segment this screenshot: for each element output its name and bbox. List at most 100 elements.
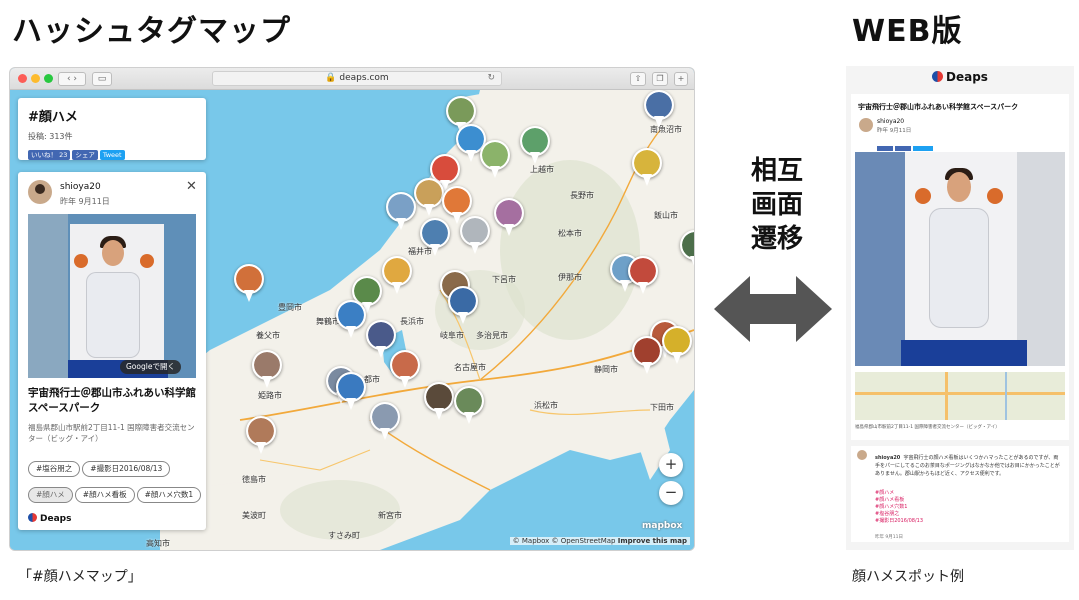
city-label: 美波町 <box>242 511 266 520</box>
browser-toolbar: ‹ › ▭ 🔒 deaps.com ↻ ⇧ ❐ + <box>10 68 694 90</box>
slide-title-right: WEB版 <box>852 14 963 49</box>
city-label: 新宮市 <box>378 511 402 520</box>
caption-right: 顔ハメスポット例 <box>852 569 964 585</box>
back-forward-buttons[interactable]: ‹ › <box>58 72 86 86</box>
avatar[interactable] <box>28 180 52 204</box>
city-label: 養父市 <box>256 331 280 340</box>
tag-chip[interactable]: #顔ハメ穴数1 <box>136 487 202 503</box>
city-label: 名古屋市 <box>454 363 486 372</box>
lock-icon: 🔒 <box>325 73 337 83</box>
reload-icon[interactable]: ↻ <box>487 72 495 85</box>
address-url: deaps.com <box>339 73 389 83</box>
photo-pin[interactable] <box>390 350 420 390</box>
improve-map-link[interactable]: Improve this map <box>618 537 687 545</box>
post-detail-card: shioya20 昨年 9月11日 ✕ Googleで開く 宇宙飛行士＠郡山市ふ… <box>18 172 206 530</box>
tag-chip[interactable]: #撮影日2016/08/13 <box>82 461 171 477</box>
web-comment-card: shioya20 宇宙飛行士の顔ハメ看板はいくつかハマったことがあるのですが、両… <box>851 446 1069 542</box>
post-count: 投稿: 313件 <box>28 132 73 141</box>
web-comment-text: shioya20 宇宙飛行士の顔ハメ看板はいくつかハマったことがあるのですが、両… <box>875 455 1060 477</box>
web-address: 福島県郡山市駅前2丁目11-1 国際障害者交流センター（ビッグ・アイ） <box>855 425 1000 430</box>
double-arrow-icon <box>714 276 832 342</box>
address-bar[interactable]: 🔒 deaps.com ↻ <box>212 71 502 86</box>
tabs-icon[interactable]: ❐ <box>652 72 668 86</box>
avatar[interactable] <box>859 118 873 132</box>
post-photo[interactable]: Googleで開く <box>28 214 196 378</box>
photo-pin[interactable] <box>460 216 490 256</box>
web-date: 昨年 9月11日 <box>877 128 912 134</box>
heart-logo-icon <box>28 513 37 522</box>
web-post-photo <box>855 152 1065 366</box>
web-location-map[interactable] <box>855 372 1065 420</box>
photo-pin[interactable] <box>414 178 444 218</box>
post-address: 福島県郡山市駅前2丁目11-1 国際障害者交流センター（ビッグ・アイ） <box>28 423 195 443</box>
close-icon[interactable]: ✕ <box>186 179 197 194</box>
heart-logo-icon <box>932 71 943 82</box>
photo-pin[interactable] <box>480 140 510 180</box>
web-comment-tags: #顔ハメ #顔ハメ看板 #顔ハメ穴数1 #塩谷朋之 #撮影日2016/08/13 <box>875 490 924 524</box>
city-label: 伊那市 <box>558 273 582 282</box>
caption-left: 「#顔ハメマップ」 <box>18 569 142 585</box>
web-logo: Deaps <box>932 70 988 84</box>
city-label: 長浜市 <box>400 317 424 326</box>
city-label: 下田市 <box>650 403 674 412</box>
share-button[interactable]: シェア <box>72 150 98 160</box>
photo-pin[interactable] <box>632 148 662 188</box>
hashtag-info-card: #顔ハメ 投稿: 313件 いいね！ 23 シェア Tweet <box>18 98 206 160</box>
photo-pin[interactable] <box>448 286 478 326</box>
photo-pin[interactable] <box>336 300 366 340</box>
share-icon[interactable]: ⇧ <box>630 72 646 86</box>
tag-chip[interactable]: #顔ハメ <box>28 487 73 503</box>
slide-title-left: ハッシュタグマップ <box>12 14 291 49</box>
photo-pin[interactable] <box>252 350 282 390</box>
city-label: 静岡市 <box>594 365 618 374</box>
photo-pin[interactable] <box>632 336 662 376</box>
map-canvas[interactable]: 長野市 松本市 伊那市 福井市 下呂市 岐阜市 名古屋市 多治見市 浜松市 静岡… <box>10 90 694 550</box>
city-label: 都市 <box>364 375 380 384</box>
open-in-google-button[interactable]: Googleで開く <box>120 360 181 374</box>
sidebar-toggle-icon[interactable]: ▭ <box>92 72 112 86</box>
photo-pin[interactable] <box>494 198 524 238</box>
photo-pin[interactable] <box>234 264 264 304</box>
web-comment-date: 昨年 9月11日 <box>875 535 904 540</box>
tweet-button[interactable]: Tweet <box>99 150 125 160</box>
post-username[interactable]: shioya20 <box>60 182 101 192</box>
tag-chip[interactable]: #塩谷朋之 <box>28 461 81 477</box>
browser-window: ‹ › ▭ 🔒 deaps.com ↻ ⇧ ❐ + 長野市 松本市 伊那市 福井… <box>10 68 694 550</box>
city-label: 松本市 <box>558 229 582 238</box>
like-button[interactable]: いいね！ 23 <box>28 150 71 160</box>
photo-pin[interactable] <box>520 126 550 166</box>
photo-pin[interactable] <box>336 372 366 412</box>
web-version-mockup: Deaps 宇宙飛行士＠郡山市ふれあい科学館スペースパーク shioya20 昨… <box>846 66 1074 550</box>
photo-pin[interactable] <box>424 382 454 422</box>
photo-pin[interactable] <box>246 416 276 456</box>
minimize-window-button[interactable] <box>31 74 40 83</box>
photo-pin[interactable] <box>454 386 484 426</box>
photo-pin[interactable] <box>680 230 694 270</box>
photo-pin[interactable] <box>420 218 450 258</box>
maximize-window-button[interactable] <box>44 74 53 83</box>
zoom-in-button[interactable]: + <box>659 453 683 477</box>
city-label: 飯山市 <box>654 211 678 220</box>
city-label: 姫路市 <box>258 391 282 400</box>
photo-pin[interactable] <box>382 256 412 296</box>
photo-pin[interactable] <box>370 402 400 442</box>
mapbox-logo: mapbox <box>642 521 683 531</box>
zoom-out-button[interactable]: − <box>659 481 683 505</box>
photo-pin[interactable] <box>644 90 674 130</box>
tag-chip[interactable]: #顔ハメ看板 <box>74 487 135 503</box>
post-title: 宇宙飛行士＠郡山市ふれあい科学館スペースパーク <box>28 387 196 414</box>
close-window-button[interactable] <box>18 74 27 83</box>
photo-pin[interactable] <box>386 192 416 232</box>
city-label: 長野市 <box>570 191 594 200</box>
photo-pin[interactable] <box>628 256 658 296</box>
avatar[interactable] <box>857 450 867 460</box>
hashtag-title: #顔ハメ <box>28 110 78 125</box>
new-tab-icon[interactable]: + <box>674 72 688 86</box>
deaps-logo: Deaps <box>28 513 71 524</box>
photo-pin[interactable] <box>662 326 692 366</box>
city-label: 下呂市 <box>492 275 516 284</box>
post-date: 昨年 9月11日 <box>60 197 110 206</box>
web-username[interactable]: shioya20 <box>877 118 904 125</box>
city-label: すさみ町 <box>328 531 360 540</box>
city-label: 浜松市 <box>534 401 558 410</box>
